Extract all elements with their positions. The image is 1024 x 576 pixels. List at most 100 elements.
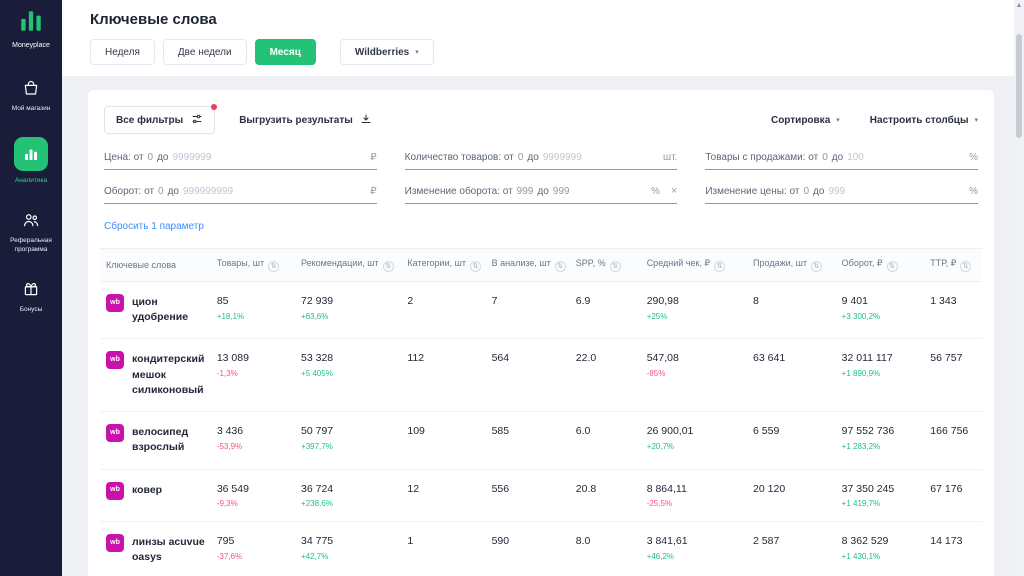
sort-icon[interactable]: ⇅ [610,261,621,272]
scrollbar-thumb[interactable] [1016,34,1022,138]
filter-unit-label: % [651,186,660,197]
all-filters-button[interactable]: Все фильтры [104,106,215,134]
tab-month[interactable]: Месяц [255,39,316,65]
tab-week[interactable]: Неделя [90,39,155,65]
filter-label: Изменение оборота: от [405,186,513,197]
sort-icon[interactable]: ⇅ [470,261,481,272]
table-cell: 2 587 [747,522,836,576]
sort-icon[interactable]: ⇅ [811,261,822,272]
table-cell: 53 328+5 405% [295,339,401,412]
marketplace-dropdown[interactable]: Wildberries ▾ [340,39,434,65]
table-cell: 8 362 529+1 430,1% [836,522,925,576]
cell-delta: +1 283,2% [842,442,919,451]
brand-name: Moneyplace [12,42,50,49]
filter-from-value: 999 [517,186,534,197]
filter-label: Товары с продажами: от [705,152,818,163]
table-cell: 8 864,11-25,5% [641,469,747,522]
column-header[interactable]: Ключевые слова [100,249,211,282]
sidebar-item-my-store[interactable]: Мой магазин [0,77,62,113]
cell-value: 6.9 [576,295,635,309]
filter-field-0[interactable]: Цена: от0до9999999₽ [104,152,377,170]
clear-filter-icon[interactable]: × [671,186,677,197]
cell-value: 20 120 [753,483,830,497]
table-row[interactable]: wbлинзы acuvue oasys795-37,6%34 775+42,7… [100,522,982,576]
filter-field-3[interactable]: Оборот: от0до999999999₽ [104,186,377,204]
sort-icon[interactable]: ⇅ [268,261,279,272]
export-results-button[interactable]: Выгрузить результаты [239,113,372,128]
sidebar-item-analytics[interactable]: Аналитика [0,137,62,185]
column-header[interactable]: Товары, шт⇅ [211,249,295,282]
column-header[interactable]: Оборот, ₽⇅ [836,249,925,282]
table-body: wbцион удобрение85+18,1%72 939+63,6%276.… [100,282,982,576]
brand[interactable]: Moneyplace [12,8,50,49]
sidebar-item-label: Реферальная программа [3,236,59,254]
cell-value: 564 [492,352,564,366]
filter-field-2[interactable]: Товары с продажами: от0до100% [705,152,978,170]
column-header[interactable]: Средний чек, ₽⇅ [641,249,747,282]
cell-delta: +1 890,9% [842,369,919,378]
sidebar-item-label: Аналитика [15,176,47,185]
column-header[interactable]: В анализе, шт ⇅ [486,249,570,282]
table-cell: 67 176 [924,469,982,522]
table-row[interactable]: wbвелосипед взрослый3 436-53,9%50 797+39… [100,412,982,469]
sort-icon[interactable]: ⇅ [383,261,394,272]
reset-filters-link[interactable]: Сбросить 1 параметр [104,221,204,232]
configure-columns-dropdown[interactable]: Настроить столбцы ▾ [870,115,978,126]
table-row[interactable]: wbковер36 549-9,3%36 724+238,6%1255620.8… [100,469,982,522]
column-header[interactable]: Рекомендации, шт⇅ [295,249,401,282]
keyword-cell: wbковер [100,469,211,522]
filter-field-5[interactable]: Изменение цены: от0до999% [705,186,978,204]
scroll-up-arrow[interactable]: ▲ [1014,2,1024,9]
cell-value: 67 176 [930,483,976,497]
sort-icon[interactable]: ⇅ [887,261,898,272]
column-header[interactable]: SPP, %⇅ [570,249,641,282]
sort-icon[interactable]: ⇅ [555,261,566,272]
table-cell: 6.0 [570,412,641,469]
all-filters-label: Все фильтры [116,115,183,126]
filter-field-4[interactable]: Изменение оборота: от999до999%× [405,186,678,204]
referral-icon [20,209,42,231]
cell-delta: -1,3% [217,369,289,378]
keyword[interactable]: wbлинзы acuvue oasys [106,535,205,565]
cell-value: 166 756 [930,425,976,439]
sort-icon[interactable]: ⇅ [714,261,725,272]
filter-from-value: 0 [822,152,828,163]
table-cell: 56 757 [924,339,982,412]
cell-value: 590 [492,535,564,549]
keyword-text: велосипед взрослый [132,425,205,455]
sidebar-item-bonuses[interactable]: Бонусы [0,278,62,314]
cell-delta: +397,7% [301,442,395,451]
keyword[interactable]: wbкондитерский мешок силиконовый [106,352,205,398]
sidebar-item-referral[interactable]: Реферальная программа [0,209,62,254]
scrollbar[interactable]: ▲ [1014,0,1024,576]
filter-label: Оборот: от [104,186,154,197]
keyword[interactable]: wbвелосипед взрослый [106,425,205,455]
tab-two-weeks[interactable]: Две недели [163,39,247,65]
cell-value: 8 864,11 [647,483,741,497]
cell-delta: +5 405% [301,369,395,378]
header-row: Ключевые словаТовары, шт⇅Рекомендации, ш… [100,249,982,282]
filter-field-1[interactable]: Количество товаров: от0до9999999шт. [405,152,678,170]
moneyplace-logo-icon [18,8,44,39]
sort-dropdown[interactable]: Сортировка ▾ [771,115,840,126]
column-header[interactable]: Продажи, шт⇅ [747,249,836,282]
cell-value: 36 724 [301,483,395,497]
keyword[interactable]: wbковер [106,483,205,500]
sort-icon[interactable]: ⇅ [960,261,971,272]
column-header[interactable]: Категории, шт⇅ [401,249,485,282]
cell-value: 6.0 [576,425,635,439]
cell-delta: -9,3% [217,499,289,508]
column-header[interactable]: ТТР, ₽⇅ [924,249,982,282]
cell-delta: -85% [647,369,741,378]
table-cell: 2 [401,282,485,339]
column-header-label: В анализе, шт [492,258,551,268]
filter-to-placeholder: 999999999 [183,186,233,197]
table-cell: 14 173 [924,522,982,576]
table-cell: 32 011 117+1 890,9% [836,339,925,412]
table-row[interactable]: wbкондитерский мешок силиконовый13 089-1… [100,339,982,412]
results-panel: Все фильтры Выгрузить результаты [88,90,994,576]
cell-value: 585 [492,425,564,439]
keyword[interactable]: wbцион удобрение [106,295,205,325]
chart-icon [14,137,48,171]
table-row[interactable]: wbцион удобрение85+18,1%72 939+63,6%276.… [100,282,982,339]
